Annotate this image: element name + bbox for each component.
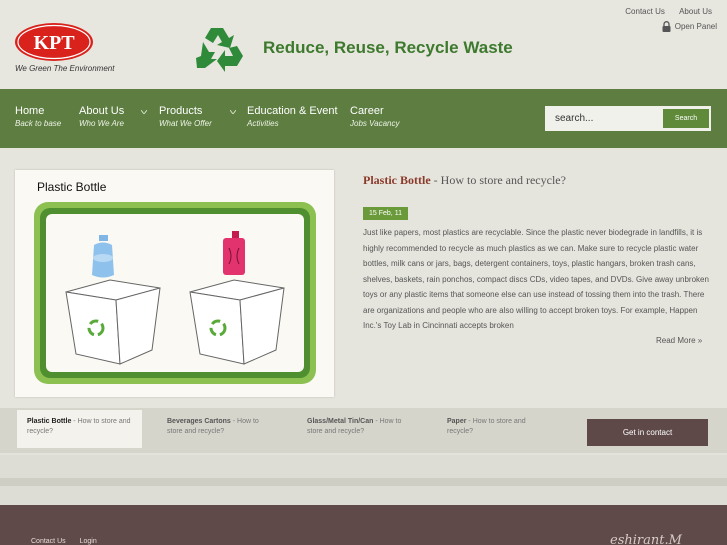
- open-panel-label: Open Panel: [674, 22, 717, 31]
- article-title[interactable]: Plastic Bottle - How to store and recycl…: [363, 173, 566, 188]
- footer-link-login[interactable]: Login: [80, 538, 97, 545]
- nav-label: Home: [15, 105, 45, 117]
- search-input[interactable]: [545, 106, 663, 131]
- search-button[interactable]: Search: [663, 109, 709, 128]
- nav-sublabel: Jobs Vacancy: [350, 119, 400, 128]
- footer-links: Contact Us Login: [31, 538, 109, 545]
- feature-image[interactable]: Plastic Bottle: [15, 170, 334, 397]
- top-link-contact[interactable]: Contact Us: [625, 7, 665, 16]
- recycle-bins-illustration: [34, 202, 316, 384]
- article-title-main: Plastic Bottle: [363, 173, 431, 187]
- nav-sublabel: What We Offer: [159, 119, 212, 128]
- nav-sublabel: Back to base: [15, 119, 62, 128]
- date-badge: 15 Feb, 11: [363, 207, 408, 220]
- header: KPT We Green The Environment Reduce, Reu…: [0, 0, 727, 89]
- nav-label: Products: [159, 105, 203, 117]
- nav-sublabel: Who We Are: [79, 119, 124, 128]
- chevron-down-icon[interactable]: [141, 110, 147, 114]
- logo-tagline: We Green The Environment: [15, 64, 115, 73]
- nav-item-about[interactable]: About Us Who We Are: [79, 105, 124, 128]
- tab-glass-metal[interactable]: Glass/Metal Tin/Can - How to store and r…: [297, 410, 422, 448]
- article-body: Just like papers, most plastics are recy…: [363, 228, 709, 330]
- tab-title: Paper: [447, 418, 467, 425]
- tab-plastic-bottle[interactable]: Plastic Bottle - How to store and recycl…: [17, 410, 142, 448]
- search-box: Search: [545, 106, 711, 131]
- tab-title: Glass/Metal Tin/Can: [307, 418, 374, 425]
- nav-item-education[interactable]: Education & Event Activities: [247, 105, 338, 128]
- nav-label: Career: [350, 105, 384, 117]
- svg-text:KPT: KPT: [33, 32, 75, 54]
- article-title-sub: - How to store and recycle?: [430, 173, 566, 187]
- site-title: Reduce, Reuse, Recycle Waste: [263, 38, 513, 57]
- nav-sublabel: Activities: [247, 119, 279, 128]
- nav-label: About Us: [79, 105, 125, 117]
- read-more-link[interactable]: Read More »: [656, 336, 702, 345]
- top-links: Contact Us About Us: [613, 7, 712, 16]
- feature-image-title: Plastic Bottle: [37, 180, 107, 194]
- chevron-down-icon[interactable]: [230, 110, 236, 114]
- tab-title: Beverages Cartons: [167, 418, 231, 425]
- divider-stripe: [0, 478, 727, 486]
- kpt-logo[interactable]: KPT: [14, 22, 94, 62]
- tab-beverages-cartons[interactable]: Beverages Cartons - How to store and rec…: [157, 410, 282, 448]
- top-link-about[interactable]: About Us: [679, 7, 712, 16]
- get-in-contact-button[interactable]: Get in contact: [587, 419, 708, 446]
- footer: Contact Us Login eshirant.M: [0, 505, 727, 545]
- recycle-icon: [196, 28, 243, 72]
- nav-label: Education & Event: [247, 105, 338, 117]
- nav-item-home[interactable]: Home Back to base: [15, 105, 61, 128]
- tab-paper[interactable]: Paper - How to store and recycle?: [437, 410, 562, 448]
- lock-icon: [662, 21, 671, 32]
- open-panel-link[interactable]: Open Panel: [662, 21, 717, 32]
- nav-item-career[interactable]: Career Jobs Vacancy: [350, 105, 400, 128]
- footer-link-contact[interactable]: Contact Us: [31, 538, 66, 545]
- nav-item-products[interactable]: Products What We Offer: [159, 105, 212, 128]
- tab-title: Plastic Bottle: [27, 418, 72, 425]
- footer-signature: eshirant.M: [610, 533, 682, 545]
